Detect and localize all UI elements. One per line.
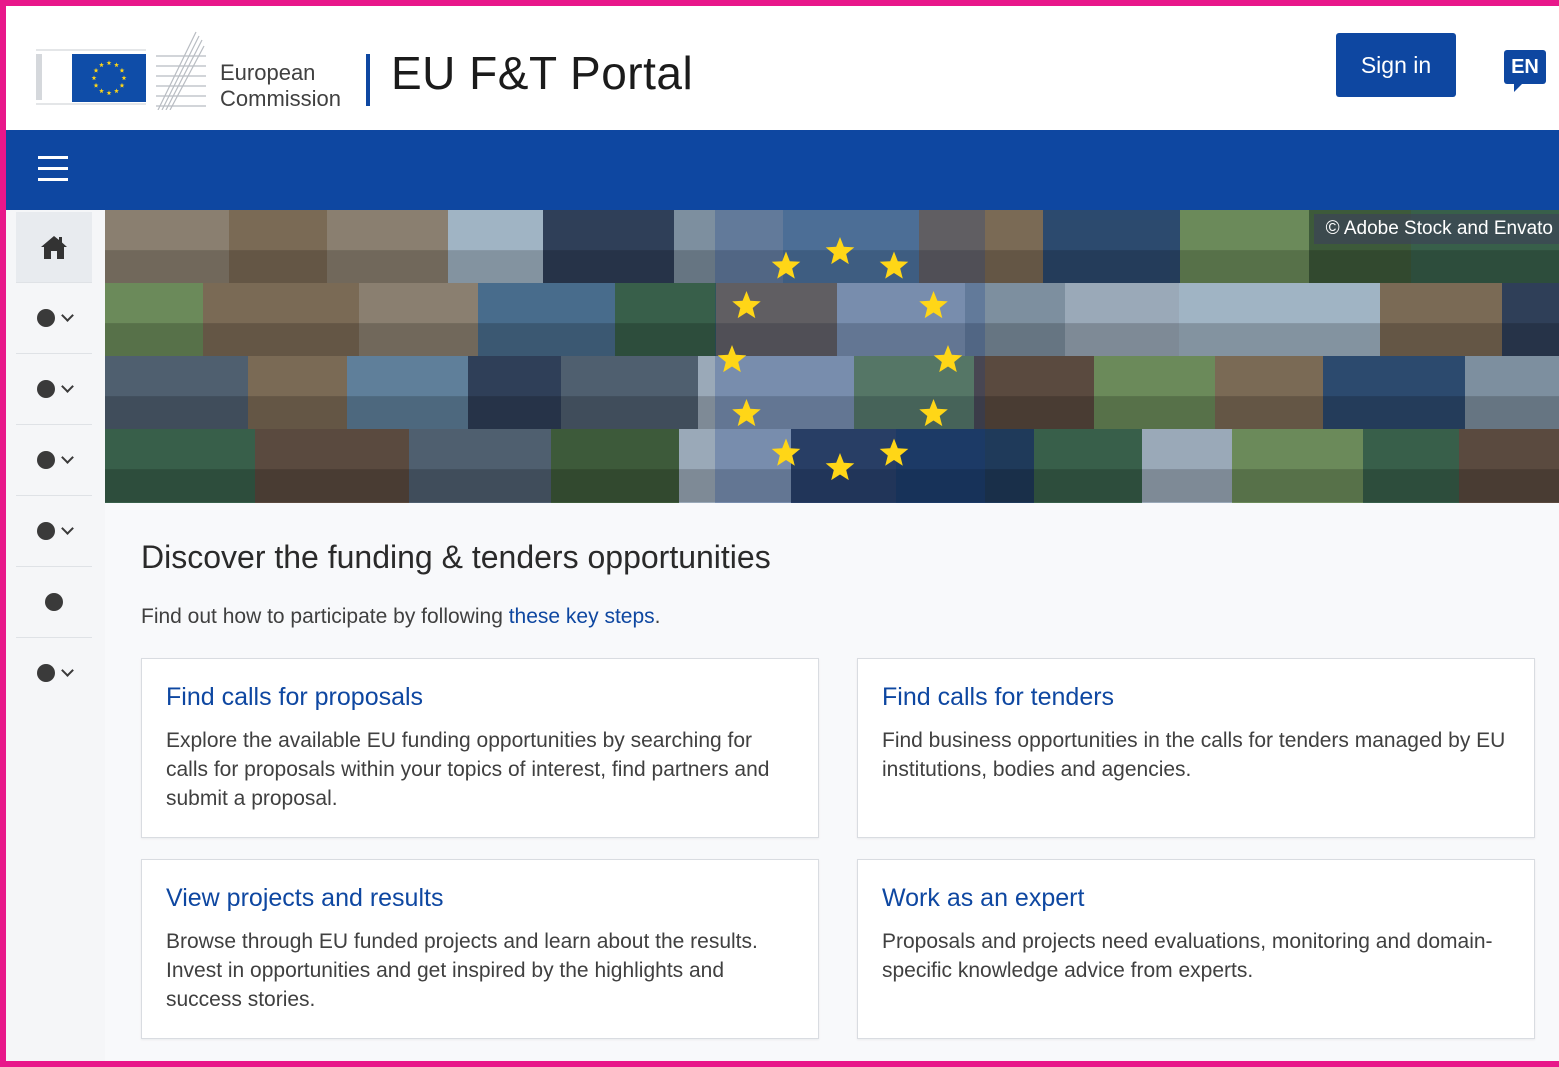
sidebar-item-4[interactable]: [16, 496, 92, 567]
dot-icon: [36, 664, 55, 682]
hamburger-icon[interactable]: [38, 156, 68, 182]
main-content: Discover the funding & tenders opportuni…: [105, 503, 1559, 1067]
card-text: Find business opportunities in the calls…: [882, 729, 1506, 781]
sidebar: [6, 210, 106, 1067]
photo-mosaic-image: [105, 210, 1559, 503]
logo-lines-graphic: [156, 31, 206, 110]
card-find-calls-for-proposals[interactable]: Find calls for proposals Explore the ava…: [141, 658, 819, 838]
european-commission-logo[interactable]: European Commission: [36, 20, 366, 116]
chevron-down-icon: [60, 450, 74, 464]
dot-icon: [36, 380, 55, 398]
chevron-down-icon: [60, 521, 74, 535]
dot-icon: [36, 522, 55, 540]
dot-icon: [36, 309, 55, 327]
main-navigation-bar: [6, 130, 1559, 210]
dot-icon: [45, 593, 63, 611]
sidebar-item-home[interactable]: [16, 212, 92, 283]
card-text: Browse through EU funded projects and le…: [166, 930, 758, 1011]
sidebar-item-1[interactable]: [16, 283, 92, 354]
intro-text-prefix: Find out how to participate by following: [141, 605, 509, 628]
card-text: Proposals and projects need evaluations,…: [882, 930, 1493, 982]
dot-icon: [36, 451, 55, 469]
org-line-1: European: [220, 60, 316, 85]
card-title[interactable]: View projects and results: [166, 884, 794, 913]
hero-banner: © Adobe Stock and Envato: [105, 210, 1559, 503]
card-view-projects-and-results[interactable]: View projects and results Browse through…: [141, 859, 819, 1039]
card-find-calls-for-tenders[interactable]: Find calls for tenders Find business opp…: [857, 658, 1535, 838]
card-title[interactable]: Find calls for tenders: [882, 683, 1510, 712]
site-header: European Commission EU F&T Portal Sign i…: [6, 6, 1559, 130]
card-text: Explore the available EU funding opportu…: [166, 729, 770, 810]
intro-text: Find out how to participate by following…: [141, 605, 660, 629]
sidebar-item-5[interactable]: [16, 567, 92, 638]
language-selector[interactable]: EN: [1504, 50, 1548, 96]
chevron-down-icon: [60, 663, 74, 677]
card-work-as-an-expert[interactable]: Work as an expert Proposals and projects…: [857, 859, 1535, 1039]
key-steps-link[interactable]: these key steps: [509, 605, 655, 628]
home-icon: [41, 236, 67, 259]
organization-name: European Commission: [220, 60, 341, 112]
chevron-down-icon: [60, 308, 74, 322]
portal-title[interactable]: EU F&T Portal: [391, 46, 693, 100]
sidebar-item-3[interactable]: [16, 425, 92, 496]
sidebar-item-6[interactable]: [16, 638, 92, 708]
page-heading: Discover the funding & tenders opportuni…: [141, 539, 771, 575]
eu-flag-icon: [36, 49, 146, 105]
speech-bubble-tail: [1514, 82, 1524, 92]
sidebar-item-2[interactable]: [16, 354, 92, 425]
intro-text-end: .: [654, 605, 661, 628]
title-divider: [366, 54, 370, 106]
card-title[interactable]: Find calls for proposals: [166, 683, 794, 712]
sign-in-button[interactable]: Sign in: [1336, 33, 1456, 97]
language-icon: EN: [1504, 50, 1546, 84]
org-line-2: Commission: [220, 86, 342, 111]
image-copyright: © Adobe Stock and Envato: [1313, 214, 1559, 244]
chevron-down-icon: [60, 379, 74, 393]
card-title[interactable]: Work as an expert: [882, 884, 1510, 913]
